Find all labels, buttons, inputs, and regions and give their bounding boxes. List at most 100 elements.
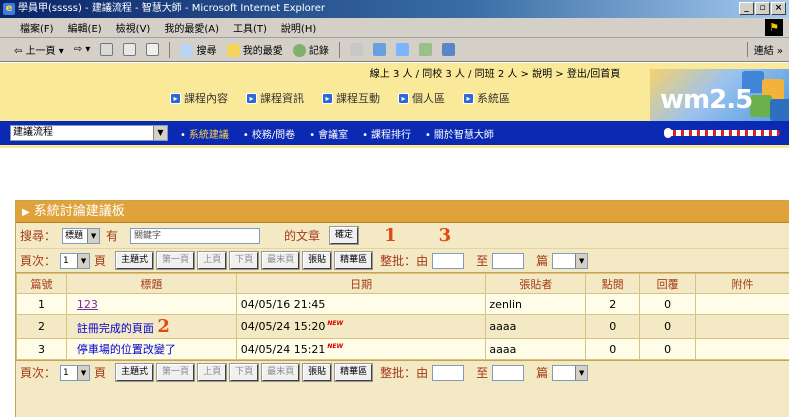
messenger-icon[interactable] — [441, 43, 455, 56]
nav-link-about[interactable]: 關於智慧大師 — [425, 126, 494, 141]
course-nav-strip: 建議流程 ▼ 系統建議 校務/問卷 會議室 課程排行 關於智慧大師 — [0, 121, 789, 145]
minimize-button[interactable]: _ — [739, 2, 754, 15]
new-badge-icon: NEW — [327, 320, 344, 327]
discuss-icon[interactable] — [418, 43, 432, 56]
col-header-title[interactable]: 標題 — [65, 273, 237, 294]
menu-bar: 檔案(F) 編輯(E) 檢視(V) 我的最愛(A) 工具(T) 說明(H) ⚑ — [0, 18, 789, 38]
menu-help[interactable]: 說明(H) — [281, 20, 316, 35]
search-submit-button[interactable]: 確定 — [329, 226, 360, 245]
nav-course-info[interactable]: ▸ 課程資訊 — [246, 90, 304, 106]
maximize-button[interactable]: ▫ — [755, 2, 770, 15]
batch-label: 整批：由 — [380, 254, 429, 268]
stop-icon[interactable] — [100, 43, 114, 56]
chevron-down-icon: ▼ — [575, 365, 588, 380]
col-header-attachment[interactable]: 附件 — [695, 273, 789, 294]
post-views: 0 — [585, 338, 641, 360]
post-title-link[interactable]: 註冊完成的頁面 — [77, 322, 154, 335]
post-poster: zenlin — [485, 293, 587, 315]
nav-link-meeting-room[interactable]: 會議室 — [309, 126, 348, 141]
triangle-icon: ▶ — [22, 207, 30, 218]
batch-action-select[interactable]: ▼ — [552, 364, 589, 381]
thread-view-button[interactable]: 主題式 — [115, 363, 155, 382]
nav-link-survey[interactable]: 校務/問卷 — [243, 126, 295, 141]
arrow-icon: ▸ — [398, 92, 409, 104]
last-page-button[interactable]: 最末頁 — [261, 251, 301, 270]
col-header-poster[interactable]: 張貼者 — [485, 273, 587, 294]
post-number: 3 — [16, 338, 67, 360]
prev-page-button[interactable]: 上頁 — [197, 251, 228, 270]
history-icon — [292, 44, 306, 58]
edit-icon[interactable] — [395, 43, 409, 56]
col-header-no[interactable]: 篇號 — [16, 273, 67, 294]
menu-file[interactable]: 檔案(F) — [20, 20, 54, 35]
site-logo: wm2.5 — [650, 69, 789, 121]
search-icon — [180, 44, 194, 58]
close-button[interactable]: × — [771, 2, 786, 15]
forward-button[interactable]: ⇨ ▾ — [74, 44, 91, 55]
first-page-button[interactable]: 第一頁 — [156, 363, 196, 382]
post-title-cell: 停車場的位置改變了 — [65, 338, 237, 360]
search-label: 搜尋： — [20, 229, 57, 243]
batch-from-input[interactable] — [432, 364, 465, 381]
nav-link-system-suggestion[interactable]: 系統建議 — [180, 126, 229, 141]
course-select[interactable]: 建議流程 ▼ — [10, 125, 168, 141]
digest-button[interactable]: 精華區 — [334, 363, 374, 382]
digest-button[interactable]: 精華區 — [334, 251, 374, 270]
home-icon[interactable] — [146, 43, 160, 56]
refresh-icon[interactable] — [123, 43, 137, 56]
post-views: 2 — [585, 293, 641, 315]
batch-action-select[interactable]: ▼ — [552, 252, 589, 269]
page-select[interactable]: 1 ▼ — [60, 364, 91, 381]
nav-system-area[interactable]: ▸ 系統區 — [463, 90, 510, 106]
search-button[interactable]: 搜尋 — [180, 42, 217, 58]
col-header-views[interactable]: 點閱 — [585, 273, 641, 294]
favorites-button[interactable]: 我的最愛 — [226, 42, 283, 58]
site-header: 線上 3 人 / 同校 3 人 / 同班 2 人 > 說明 > 登出/回首頁 ▸… — [0, 63, 789, 148]
logo-cube — [750, 95, 772, 117]
batch-to-input[interactable] — [492, 364, 525, 381]
mail-icon[interactable] — [349, 43, 363, 56]
keyword-input[interactable]: 關鍵字 — [130, 227, 261, 244]
next-page-button[interactable]: 下頁 — [229, 251, 260, 270]
next-page-button[interactable]: 下頁 — [229, 363, 260, 382]
menu-view[interactable]: 檢視(V) — [116, 20, 151, 35]
chevron-down-icon: ▼ — [77, 365, 90, 380]
nav-personal-area[interactable]: ▸ 個人區 — [398, 90, 445, 106]
batch-from-input[interactable] — [432, 252, 465, 269]
logo-cube — [770, 99, 789, 121]
window-title: 學員甲(sssss) - 建議流程 - 智慧大師 - Microsoft Int… — [18, 3, 325, 14]
nav-course-interaction[interactable]: ▸ 課程互動 — [322, 90, 380, 106]
post-button[interactable]: 張貼 — [302, 251, 333, 270]
post-button[interactable]: 張貼 — [302, 363, 333, 382]
col-header-replies[interactable]: 回覆 — [639, 273, 697, 294]
nav-link-course-ranking[interactable]: 課程排行 — [362, 126, 411, 141]
back-button[interactable]: ⇦ 上一頁 ▾ — [14, 42, 64, 57]
menu-tools[interactable]: 工具(T) — [233, 20, 267, 35]
post-replies: 0 — [639, 314, 697, 339]
search-row: 搜尋： 標題 ▼ 有 關鍵字 的文章 確定 1 3 — [16, 223, 789, 249]
print-icon[interactable] — [372, 43, 386, 56]
menu-favorites[interactable]: 我的最愛(A) — [164, 20, 219, 35]
search-field-select[interactable]: 標題 ▼ — [62, 227, 101, 244]
history-button[interactable]: 記錄 — [292, 42, 329, 58]
batch-to-input[interactable] — [492, 252, 525, 269]
pager-row-top: 頁次： 1 ▼ 頁 主題式 第一頁 上頁 下頁 最末頁 張貼 精華區 整批：由 至… — [16, 249, 789, 273]
nav-course-content[interactable]: ▸ 課程內容 — [170, 90, 228, 106]
post-title-link[interactable]: 停車場的位置改變了 — [77, 343, 176, 356]
col-header-date[interactable]: 日期 — [235, 273, 487, 294]
posts-table: 篇號 標題 日期 張貼者 點閱 回覆 附件 1 123 04/05/16 21:… — [16, 273, 789, 360]
toolbar-divider — [338, 41, 340, 58]
post-replies: 0 — [639, 293, 697, 315]
first-page-button[interactable]: 第一頁 — [156, 251, 196, 270]
chevron-down-icon: ▼ — [153, 126, 167, 140]
arrow-icon: ▸ — [170, 92, 181, 104]
last-page-button[interactable]: 最末頁 — [261, 363, 301, 382]
post-title-link[interactable]: 123 — [77, 298, 98, 311]
thread-view-button[interactable]: 主題式 — [115, 251, 155, 270]
discussion-board: ▶ 系統討論建議板 搜尋： 標題 ▼ 有 關鍵字 的文章 確定 1 3 頁次： 1 ▼… — [15, 200, 789, 417]
page-select[interactable]: 1 ▼ — [60, 252, 91, 269]
browser-toolbar: ⇦ 上一頁 ▾ ⇨ ▾ 搜尋 我的最愛 記錄 連結 » — [0, 38, 789, 62]
prev-page-button[interactable]: 上頁 — [197, 363, 228, 382]
menu-edit[interactable]: 編輯(E) — [68, 20, 102, 35]
links-button[interactable]: 連結 » — [746, 42, 783, 57]
